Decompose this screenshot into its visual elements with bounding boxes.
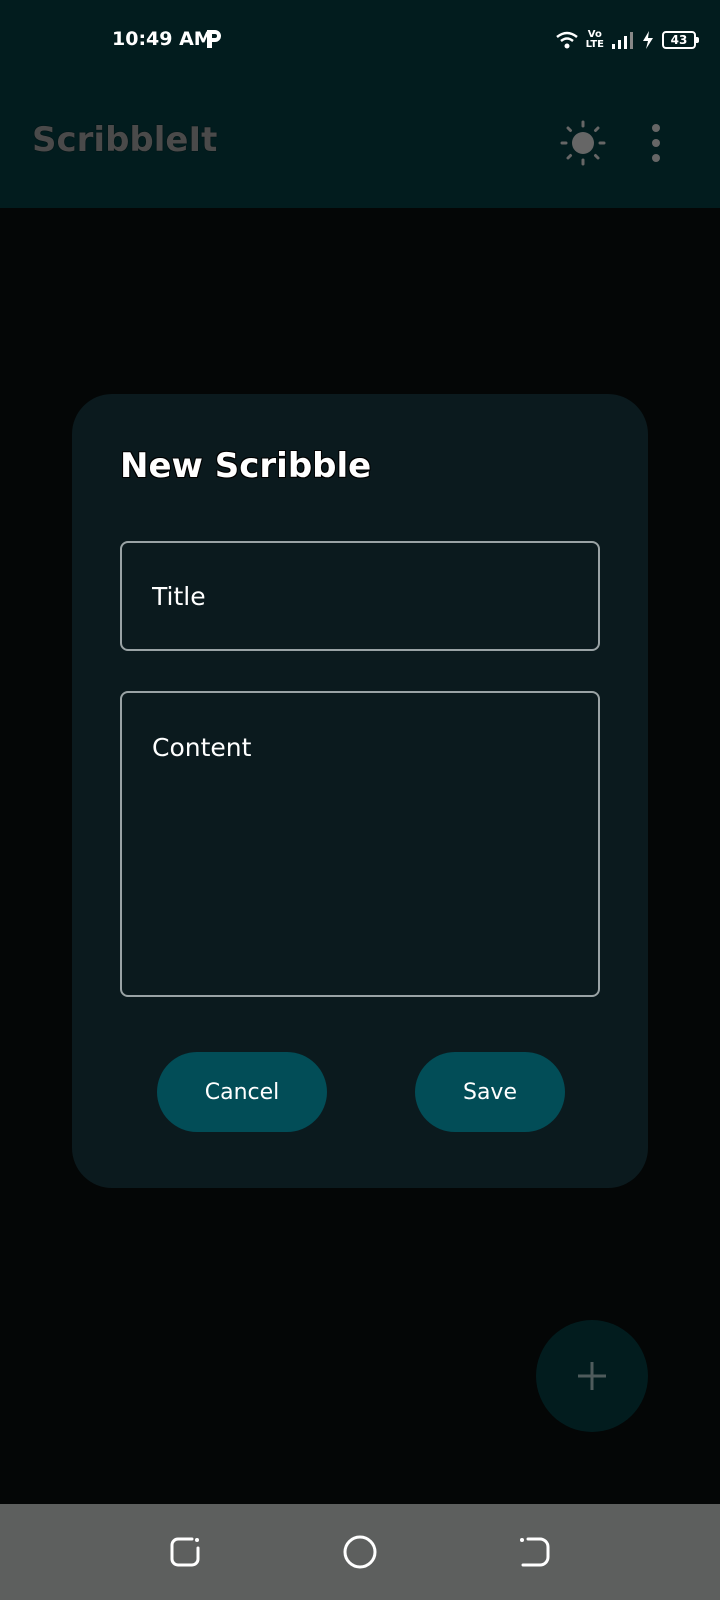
dialog-title: New Scribble [120, 446, 372, 486]
top-bar: 10:49 AM Vo LTE 43 ScribbleIt [0, 0, 720, 208]
wifi-icon [555, 31, 578, 49]
more-vertical-icon[interactable] [644, 122, 668, 164]
add-scribble-button[interactable] [536, 1320, 648, 1432]
status-time: 10:49 AM [112, 28, 213, 50]
parking-app-icon [207, 30, 221, 48]
recents-icon[interactable] [166, 1532, 206, 1572]
title-input[interactable] [120, 541, 600, 651]
save-button[interactable]: Save [415, 1052, 565, 1132]
app-title: ScribbleIt [32, 120, 218, 160]
content-input[interactable] [120, 691, 600, 997]
charging-icon [643, 31, 653, 49]
new-scribble-dialog: New Scribble Cancel Save [72, 394, 648, 1188]
battery-indicator: 43 [662, 31, 699, 49]
plus-icon [578, 1362, 606, 1390]
volte-label: Vo LTE [585, 29, 604, 50]
sun-icon[interactable] [560, 120, 606, 166]
system-nav-bar [0, 1504, 720, 1600]
cancel-button[interactable]: Cancel [157, 1052, 327, 1132]
back-icon[interactable] [514, 1532, 554, 1572]
status-icons: Vo LTE 43 [555, 28, 699, 52]
home-icon[interactable] [340, 1532, 380, 1572]
signal-icon [612, 32, 633, 49]
